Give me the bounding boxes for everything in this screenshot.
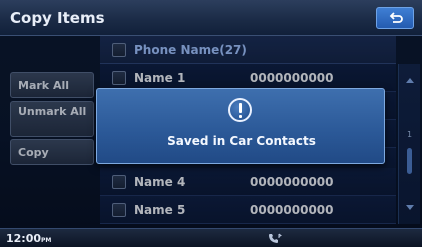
info-icon <box>228 98 252 122</box>
clock-time: 12:00 <box>6 232 42 245</box>
bluetooth-phone-icon <box>269 233 282 243</box>
saved-popup[interactable]: Saved in Car Contacts <box>96 88 385 164</box>
return-arrow-icon <box>389 12 403 23</box>
clock: 12:00PM <box>6 232 51 245</box>
popup-message: Saved in Car Contacts <box>167 134 316 148</box>
clock-suffix: PM <box>41 237 52 244</box>
title-bar: Copy Items <box>0 0 422 36</box>
page-title: Copy Items <box>10 9 105 27</box>
status-bar: 12:00PM <box>0 228 422 247</box>
copy-items-screen: Copy Items Mark All Unmark All Copy Phon… <box>0 0 422 247</box>
back-button[interactable] <box>376 7 414 29</box>
